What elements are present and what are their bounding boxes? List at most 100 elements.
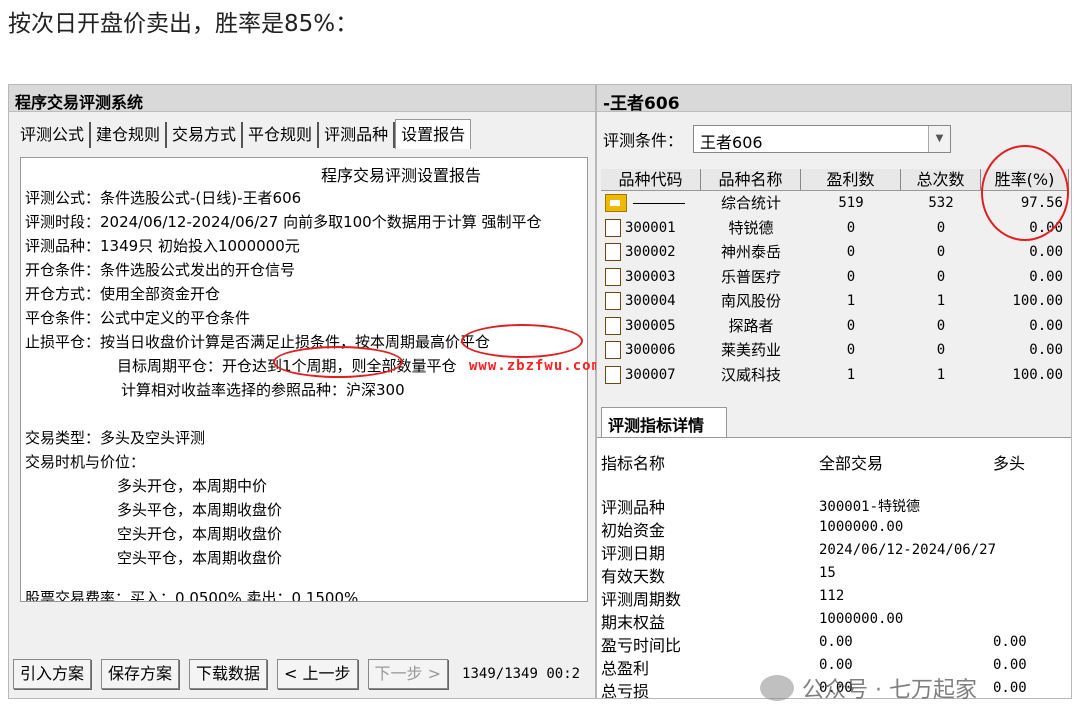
table-row[interactable]: 300007 汉威科技 1 1 100.00: [601, 363, 1069, 388]
detail-row-value: 1000000.00: [819, 611, 904, 627]
report-title: 程序交易评测设置报告: [321, 166, 482, 185]
file-icon: [605, 218, 621, 237]
report-line: 多头平仓，本周期收盘价: [117, 501, 283, 519]
results-table: 品种代码 品种名称 盈利数 总次数 胜率(%) 综合统计 519 532 97.…: [601, 169, 1069, 387]
detail-row-label: 评测日期: [601, 544, 666, 563]
cell-code: 300002: [625, 244, 676, 261]
detail-row-value: 300001-特锐德: [819, 499, 921, 515]
report-line: 开仓方式：使用全部资金开仓: [25, 285, 221, 303]
cell-profit: 0: [846, 244, 856, 260]
table-row[interactable]: 300003 乐普医疗 0 0 0.00: [601, 265, 1069, 290]
cell-rate: 0.00: [1029, 244, 1063, 260]
window-title: 程序交易评测系统: [9, 85, 595, 112]
table-header: 品种代码 品种名称 盈利数 总次数 胜率(%): [601, 169, 1069, 191]
cell-name: 神州泰岳: [720, 243, 781, 261]
report-line: 止损平仓：按当日收盘价计算是否满足止损条件，按本周期最高价平仓: [25, 333, 491, 351]
col-profit[interactable]: 盈利数: [801, 169, 901, 190]
report-line: 交易类型：多头及空头评测: [25, 429, 206, 447]
cell-code: 300004: [625, 293, 676, 310]
chevron-down-icon[interactable]: ▼: [928, 126, 951, 152]
cell-code: 300007: [625, 366, 676, 383]
cell-name: 综合统计: [720, 194, 781, 212]
col-name[interactable]: 品种名称: [701, 169, 801, 190]
next-step-button[interactable]: 下一步 >: [367, 659, 449, 689]
cell-total: 0: [936, 317, 946, 334]
detail-row-label: 有效天数: [601, 567, 666, 586]
report-line: 评测公式：条件选股公式-(日线)-王者606: [25, 189, 302, 207]
cell-total: 0: [936, 342, 946, 358]
tab-open-rules[interactable]: 建仓规则: [91, 122, 168, 148]
cell-total: 0: [936, 268, 946, 285]
tab-close-rules[interactable]: 平仓规则: [243, 122, 320, 148]
cell-name: 南风股份: [720, 292, 781, 310]
tab-instruments[interactable]: 评测品种: [319, 122, 396, 148]
condition-select[interactable]: 王者606 ▼: [693, 125, 952, 153]
detail-row-value: 112: [819, 588, 845, 604]
condition-row: 评测条件： 王者606 ▼: [603, 125, 952, 153]
cell-code: 300006: [625, 342, 676, 359]
tab-trade-mode[interactable]: 交易方式: [167, 122, 244, 148]
detail-col-name: 指标名称: [601, 454, 666, 473]
watermark-text: 公众号 · 七万起家: [802, 678, 977, 703]
table-row[interactable]: 300001 特锐德 0 0 0.00: [601, 216, 1069, 241]
report-line: 空头开仓，本周期收盘价: [117, 525, 283, 543]
report-line: 平仓条件：公式中定义的平仓条件: [25, 309, 251, 327]
cell-profit: 1: [846, 366, 856, 383]
results-window: -王者606 评测条件： 王者606 ▼ 品种代码 品种名称 盈利数 总次数 胜…: [596, 84, 1072, 699]
cell-total: 0: [936, 244, 946, 260]
table-row[interactable]: 300005 探路者 0 0 0.00: [601, 314, 1069, 339]
tab-report[interactable]: 设置报告: [395, 119, 472, 149]
prev-step-button[interactable]: < 上一步: [277, 659, 358, 689]
save-plan-button[interactable]: 保存方案: [101, 659, 180, 689]
cell-name: 特锐德: [728, 218, 774, 237]
table-row[interactable]: 综合统计 519 532 97.56: [601, 191, 1069, 216]
detail-row-label: 总亏损: [601, 682, 650, 699]
cell-profit: 519: [838, 195, 864, 211]
detail-row-value: 2024/06/12-2024/06/27: [819, 542, 997, 558]
col-winrate[interactable]: 胜率(%): [981, 169, 1069, 190]
table-row[interactable]: 300004 南风股份 1 1 100.00: [601, 289, 1069, 314]
cell-rate: 0.00: [1029, 342, 1063, 358]
import-plan-button[interactable]: 引入方案: [13, 659, 92, 689]
cell-profit: 0: [846, 317, 856, 334]
detail-row-value-long: 0.00: [993, 634, 1027, 650]
cell-code: 300005: [625, 317, 676, 334]
cell-profit: 0: [846, 268, 856, 285]
condition-value: 王者606: [700, 133, 763, 152]
detail-row-label: 评测周期数: [601, 590, 682, 609]
tab-metric-details[interactable]: 评测指标详情: [601, 407, 727, 437]
report-line: 目标周期平仓：开仓达到1个周期，则全部数量平仓: [117, 357, 457, 375]
metric-details-panel: 指标名称 全部交易 多头 评测品种 300001-特锐德 初始资金 100000…: [597, 437, 1071, 699]
headline: 按次日开盘价卖出，胜率是85%：: [8, 11, 359, 37]
report-line: 股票交易费率：买入：0.0500% 卖出：0.1500%: [25, 589, 359, 602]
file-icon: [605, 365, 621, 384]
detail-row-value: 0.00: [819, 657, 853, 673]
tab-formula[interactable]: 评测公式: [15, 122, 92, 148]
wechat-icon: [760, 675, 794, 701]
report-line: 评测品种：1349只 初始投入1000000元: [25, 237, 300, 255]
evaluation-system-window: 程序交易评测系统 评测公式 建仓规则 交易方式 平仓规则 评测品种 设置报告 程…: [8, 84, 600, 699]
file-icon: [605, 243, 621, 262]
cell-name: 探路者: [728, 316, 774, 335]
col-total[interactable]: 总次数: [901, 169, 981, 190]
cell-total: 1: [936, 293, 946, 309]
report-line: 交易时机与价位：: [25, 453, 146, 471]
file-icon: [605, 292, 621, 311]
col-code[interactable]: 品种代码: [601, 169, 701, 190]
download-data-button[interactable]: 下载数据: [189, 659, 268, 689]
progress-counter: 1349/1349 00:2: [462, 666, 581, 682]
detail-row-label: 期末权益: [601, 613, 666, 632]
cell-profit: 1: [846, 293, 856, 309]
account-watermark: 公众号 · 七万起家: [760, 672, 977, 704]
cell-rate: 0.00: [1029, 317, 1063, 334]
cell-total: 1: [936, 366, 946, 383]
report-line: 开仓条件：条件选股公式发出的开仓信号: [25, 261, 296, 279]
cell-total: 532: [928, 195, 954, 211]
cell-rate: 100.00: [1012, 293, 1063, 309]
detail-row-label: 初始资金: [601, 521, 666, 540]
table-row[interactable]: 300006 莱美药业 0 0 0.00: [601, 338, 1069, 363]
table-row[interactable]: 300002 神州泰岳 0 0 0.00: [601, 240, 1069, 265]
detail-row-value: 15: [819, 565, 836, 581]
condition-label: 评测条件：: [603, 131, 684, 150]
cell-rate: 0.00: [1029, 268, 1063, 285]
